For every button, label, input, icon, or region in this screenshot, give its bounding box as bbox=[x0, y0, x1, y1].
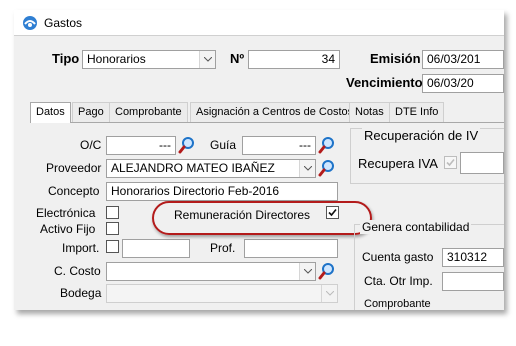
comprobante-label: Comprobante bbox=[364, 298, 431, 310]
proveedor-select[interactable]: ALEJANDRO MATEO IBAÑEZ bbox=[106, 159, 316, 178]
chevron-down-icon[interactable] bbox=[321, 285, 337, 302]
bodega-label: Bodega bbox=[60, 286, 102, 300]
oc-input[interactable]: --- bbox=[106, 136, 176, 155]
electronica-checkbox[interactable] bbox=[106, 206, 119, 219]
search-icon[interactable] bbox=[318, 136, 336, 154]
bodega-select[interactable] bbox=[106, 284, 338, 303]
cuenta-gasto-input[interactable]: 310312 bbox=[442, 248, 504, 267]
tipo-select[interactable]: Honorarios bbox=[82, 50, 216, 69]
tipo-value: Honorarios bbox=[87, 52, 146, 66]
import-label: Import. bbox=[62, 241, 100, 255]
tab-datos[interactable]: Datos bbox=[30, 102, 71, 123]
numero-label: Nº bbox=[230, 51, 245, 66]
tab-strip: Datos Pago Comprobante Asignación a Cent… bbox=[30, 102, 504, 123]
proveedor-value: ALEJANDRO MATEO IBAÑEZ bbox=[111, 161, 275, 175]
recupera-iva-label: Recupera IVA bbox=[358, 156, 438, 171]
proveedor-label: Proveedor bbox=[46, 161, 102, 175]
ccosto-select[interactable] bbox=[106, 262, 316, 281]
tipo-label: Tipo bbox=[52, 51, 80, 66]
emision-input[interactable]: 06/03/201 bbox=[422, 50, 504, 69]
highlight-ellipse bbox=[152, 201, 372, 235]
cta-otr-imp-label: Cta. Otr Imp. bbox=[364, 274, 433, 288]
tab-dte-info[interactable]: DTE Info bbox=[389, 102, 445, 122]
window-title: Gastos bbox=[44, 16, 83, 30]
genera-contabilidad-title: Genera contabilidad bbox=[360, 220, 472, 234]
oc-label: O/C bbox=[80, 138, 102, 152]
prof-label: Prof. bbox=[210, 241, 236, 255]
cta-otr-imp-input[interactable] bbox=[442, 272, 504, 291]
recupera-iva-input[interactable] bbox=[460, 152, 504, 174]
checkmark-icon bbox=[446, 158, 455, 167]
import-input[interactable] bbox=[122, 239, 190, 258]
tab-notas[interactable]: Notas bbox=[349, 102, 390, 122]
gastos-window: Gastos Tipo Honorarios Nº 34 Emisión 06/… bbox=[14, 10, 504, 310]
ccosto-label: C. Costo bbox=[54, 264, 101, 278]
chevron-down-icon[interactable] bbox=[299, 160, 315, 177]
chevron-down-icon[interactable] bbox=[299, 263, 315, 280]
import-checkbox[interactable] bbox=[106, 240, 119, 253]
search-icon[interactable] bbox=[318, 262, 336, 280]
concepto-input[interactable]: Honorarios Directorio Feb-2016 bbox=[106, 182, 338, 201]
concepto-label: Concepto bbox=[48, 184, 100, 198]
numero-input[interactable]: 34 bbox=[248, 50, 340, 69]
electronica-label: Electrónica bbox=[36, 206, 96, 220]
activo-fijo-label: Activo Fijo bbox=[40, 222, 96, 236]
guia-input[interactable]: --- bbox=[242, 136, 316, 155]
search-icon[interactable] bbox=[318, 159, 336, 177]
recupera-iva-checkbox[interactable] bbox=[444, 156, 457, 169]
tab-comprobante[interactable]: Comprobante bbox=[109, 102, 188, 122]
title-bar: Gastos bbox=[14, 10, 504, 36]
tab-pago[interactable]: Pago bbox=[72, 102, 110, 122]
chevron-down-icon[interactable] bbox=[199, 51, 215, 68]
search-icon[interactable] bbox=[178, 136, 196, 154]
activo-fijo-checkbox[interactable] bbox=[106, 222, 119, 235]
cuenta-gasto-label: Cuenta gasto bbox=[362, 250, 434, 264]
vencimiento-input[interactable]: 06/03/20 bbox=[422, 74, 504, 93]
recuperacion-iva-title: Recuperación de IV bbox=[362, 128, 481, 143]
vencimiento-label: Vencimiento bbox=[346, 75, 423, 90]
emision-label: Emisión bbox=[370, 51, 421, 66]
prof-input[interactable] bbox=[244, 239, 338, 258]
tab-asignacion-centros-costos[interactable]: Asignación a Centros de Costos bbox=[190, 102, 360, 122]
guia-label: Guía bbox=[210, 138, 237, 152]
app-icon bbox=[22, 15, 38, 31]
